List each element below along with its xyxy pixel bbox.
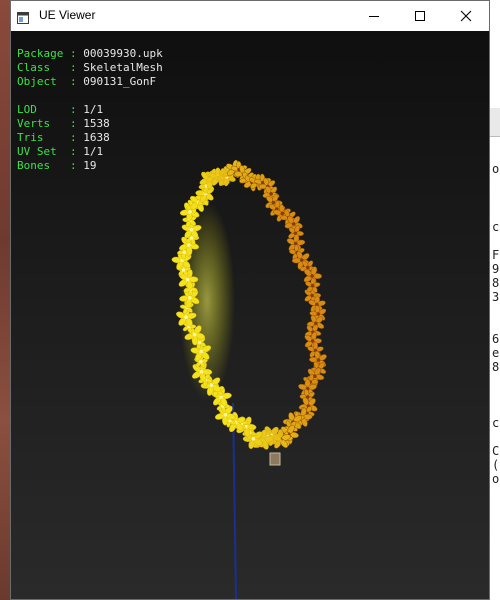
background-text-fragment: F <box>492 248 500 262</box>
window-title: UE Viewer <box>39 8 96 22</box>
background-text-fragment: c <box>492 416 500 430</box>
info-uvset-label: UV Set : <box>17 145 84 158</box>
flower-center <box>188 296 192 300</box>
info-bones-label: Bones : <box>17 159 84 172</box>
flower-center <box>192 332 197 337</box>
flower-center <box>310 339 315 343</box>
flower-center <box>306 265 310 270</box>
info-lod-value: 1/1 <box>83 103 104 116</box>
info-tris-row: Tris : 1638 <box>17 131 163 145</box>
close-button[interactable] <box>443 1 489 31</box>
flower-petal <box>201 368 213 376</box>
background-text-fragment: 8 <box>492 276 500 290</box>
flower-center <box>316 312 321 316</box>
info-package-value: 00039930.upk <box>83 47 163 60</box>
background-text-fragment: o <box>492 162 500 176</box>
info-package-label: Package : <box>17 47 84 60</box>
background-window-toolbar <box>490 108 500 136</box>
background-text-fragment: 3 <box>492 290 500 304</box>
flower-center <box>199 349 204 354</box>
background-text-fragment: 9 <box>492 262 500 276</box>
info-bones-row: Bones : 19 <box>17 159 163 173</box>
maximize-button[interactable] <box>397 1 443 31</box>
info-package-row: Package : 00039930.upk <box>17 47 163 61</box>
flower-center <box>181 268 186 272</box>
mesh-viewport[interactable]: Package : 00039930.upk Class : SkeletalM… <box>11 31 489 599</box>
flower-center <box>184 315 188 320</box>
background-text-fragment: c <box>492 220 500 234</box>
minimize-icon <box>369 16 379 17</box>
flower-center <box>189 227 194 232</box>
flower-center <box>269 192 273 196</box>
info-class-row: Class : SkeletalMesh <box>17 61 163 75</box>
desktop-background <box>0 0 10 600</box>
flower-center <box>316 358 321 362</box>
maximize-icon <box>415 11 425 21</box>
info-object-row: Object : 090131_GonF <box>17 75 163 89</box>
close-icon <box>460 10 472 22</box>
flower-center <box>310 274 314 278</box>
info-class-value: SkeletalMesh <box>83 61 163 74</box>
info-tris-value: 1638 <box>83 131 110 144</box>
flower-center <box>185 277 190 282</box>
info-class-label: Class : <box>17 61 84 74</box>
flower-center <box>291 222 296 226</box>
flower-center <box>310 293 314 298</box>
flower-center <box>271 200 276 205</box>
flower-center <box>280 211 285 216</box>
flower-center <box>182 250 187 254</box>
flower-center <box>187 243 191 247</box>
background-text-fragment: C <box>492 444 500 458</box>
info-verts-row: Verts : 1538 <box>17 117 163 131</box>
info-verts-label: Verts : <box>17 117 84 130</box>
flower-center <box>188 209 192 214</box>
info-object-label: Object : <box>17 75 84 88</box>
flower-center <box>223 412 228 417</box>
background-text-fragment: 8 <box>492 360 500 374</box>
flower-center <box>197 340 202 345</box>
background-text-fragment: ( <box>492 458 500 472</box>
title-bar[interactable]: UE Viewer <box>11 1 489 31</box>
background-text-fragment: o <box>492 472 500 486</box>
flower-center <box>310 283 315 288</box>
info-tris-label: Tris : <box>17 131 84 144</box>
info-object-value: 090131_GonF <box>83 75 157 88</box>
ue-viewer-window: UE Viewer Package: 00039930.upk Class:… <box>10 0 490 600</box>
mesh-info-panel: Package : 00039930.upk Class : SkeletalM… <box>17 47 163 173</box>
background-window-divider <box>490 136 500 137</box>
info-uvset-row: UV Set : 1/1 <box>17 145 163 159</box>
minimize-button[interactable] <box>351 1 397 31</box>
background-text-fragment: 6 <box>492 332 500 346</box>
flower-center <box>251 436 256 441</box>
app-window-icon <box>17 9 29 24</box>
flower-center <box>199 370 204 374</box>
info-verts-value: 1538 <box>83 117 110 130</box>
flower-center <box>209 383 214 388</box>
background-text-fragment: e <box>492 346 500 360</box>
info-lod-row: LOD : 1/1 <box>17 103 163 117</box>
info-bones-value: 19 <box>83 159 97 172</box>
info-lod-label: LOD : <box>17 103 84 116</box>
info-uvset-value: 1/1 <box>83 145 104 158</box>
hanging-charm <box>269 452 281 466</box>
axis-line <box>232 402 237 599</box>
